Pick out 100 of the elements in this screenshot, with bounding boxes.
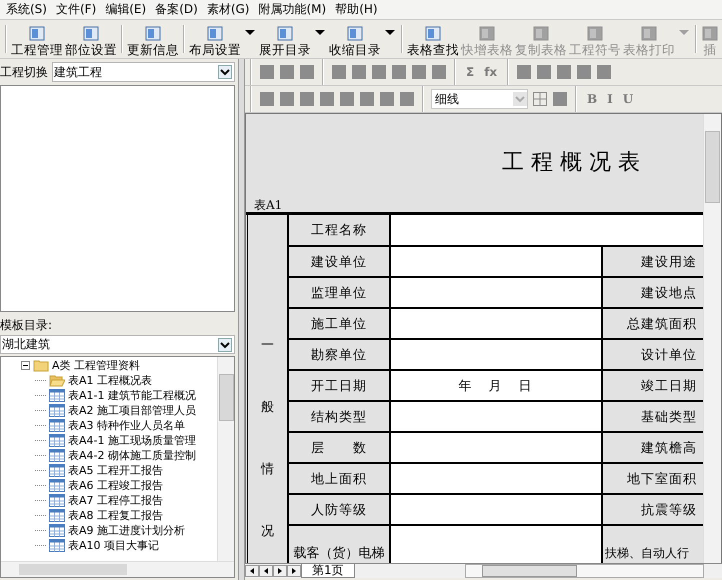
square-icon[interactable] bbox=[299, 91, 315, 107]
tree-item[interactable]: 表A1 工程概况表 bbox=[1, 373, 217, 388]
tree-item[interactable]: 表A10 项目大事记 bbox=[1, 538, 217, 553]
window-icon bbox=[640, 26, 658, 42]
square-icon[interactable] bbox=[391, 64, 407, 80]
toolbar-button[interactable]: 表格查找 bbox=[406, 21, 460, 57]
toolbar-button[interactable]: 布局设置 bbox=[188, 21, 242, 57]
table-cell[interactable] bbox=[391, 495, 603, 526]
square-icon[interactable] bbox=[399, 91, 415, 107]
window-icon bbox=[586, 26, 604, 42]
square-icon[interactable] bbox=[259, 64, 275, 80]
square-icon[interactable] bbox=[596, 64, 612, 80]
window-icon bbox=[28, 26, 46, 42]
table-cell[interactable] bbox=[391, 340, 603, 371]
collapse-icon[interactable] bbox=[21, 361, 30, 370]
square-icon[interactable] bbox=[556, 64, 572, 80]
square-icon[interactable] bbox=[516, 64, 532, 80]
table-cell[interactable] bbox=[391, 526, 603, 563]
table-cell[interactable] bbox=[391, 433, 603, 464]
square-icon[interactable] bbox=[359, 91, 375, 107]
grid-icon[interactable] bbox=[532, 91, 548, 107]
sheet-nav-icon[interactable] bbox=[259, 565, 273, 577]
tree-item[interactable]: 表A6 工程竣工报告 bbox=[1, 478, 217, 493]
square-icon[interactable] bbox=[552, 91, 568, 107]
tree-item[interactable]: A类 工程管理资料 bbox=[1, 358, 217, 373]
square-icon[interactable] bbox=[299, 64, 315, 80]
square-icon[interactable] bbox=[411, 64, 427, 80]
window-icon bbox=[82, 26, 100, 42]
menu-item[interactable]: 素材(G) bbox=[206, 1, 250, 18]
square-icon[interactable] bbox=[351, 64, 367, 80]
square-icon[interactable] bbox=[536, 64, 552, 80]
menu-item[interactable]: 附属功能(M) bbox=[258, 1, 326, 18]
tree-item[interactable]: 表A5 工程开工报告 bbox=[1, 463, 217, 478]
square-icon[interactable] bbox=[259, 91, 275, 107]
table-cell[interactable] bbox=[391, 247, 603, 278]
table-icon bbox=[49, 464, 65, 477]
vertical-scrollbar[interactable] bbox=[703, 114, 721, 563]
table-icon bbox=[49, 509, 65, 522]
toolbar-button[interactable]: 部位设置 bbox=[64, 21, 118, 57]
line-style-dropdown[interactable]: 细线 bbox=[431, 89, 528, 109]
window-icon bbox=[701, 26, 719, 42]
table-icon bbox=[49, 404, 65, 417]
vertical-scrollbar[interactable] bbox=[217, 357, 234, 561]
template-dropdown[interactable]: 湖北建筑 bbox=[0, 335, 235, 354]
window-icon bbox=[346, 26, 364, 42]
window-icon bbox=[144, 26, 162, 42]
open-folder-icon bbox=[49, 374, 65, 387]
square-icon[interactable] bbox=[371, 64, 387, 80]
table-icon bbox=[49, 389, 65, 402]
square-icon[interactable] bbox=[279, 91, 295, 107]
square-icon[interactable] bbox=[339, 91, 355, 107]
square-icon[interactable] bbox=[431, 64, 447, 80]
table-cell[interactable] bbox=[391, 402, 603, 433]
sheet-nav-icon[interactable] bbox=[273, 565, 287, 577]
menu-item[interactable]: 帮助(H) bbox=[335, 1, 378, 18]
square-icon[interactable] bbox=[279, 64, 295, 80]
toolbar-button[interactable]: 工程管理 bbox=[10, 21, 64, 57]
toolbar-button[interactable]: 展开目录 bbox=[258, 21, 312, 57]
format-button[interactable]: B bbox=[584, 92, 600, 106]
format-button[interactable]: fx bbox=[481, 65, 500, 79]
window-icon bbox=[478, 26, 496, 42]
tree-item[interactable]: 表A1-1 建筑节能工程概况 bbox=[1, 388, 217, 403]
sheet-nav-icon[interactable] bbox=[245, 565, 259, 577]
horizontal-scrollbar[interactable] bbox=[464, 564, 704, 578]
square-icon[interactable] bbox=[576, 64, 592, 80]
table-icon bbox=[49, 449, 65, 462]
table-cell[interactable] bbox=[391, 278, 603, 309]
tree-item[interactable]: 表A4-1 施工现场质量管理 bbox=[1, 433, 217, 448]
tree-item[interactable]: 表A7 工程停工报告 bbox=[1, 493, 217, 508]
menu-item[interactable]: 编辑(E) bbox=[105, 1, 146, 18]
square-icon[interactable] bbox=[319, 91, 335, 107]
format-button[interactable]: I bbox=[604, 92, 616, 106]
table-cell[interactable] bbox=[391, 215, 704, 247]
menu-item[interactable]: 备案(D) bbox=[155, 1, 198, 18]
folder-icon bbox=[33, 359, 49, 372]
tree-item[interactable]: 表A9 施工进度计划分析 bbox=[1, 523, 217, 538]
square-icon[interactable] bbox=[379, 91, 395, 107]
sheet-code: 表A1 bbox=[253, 197, 284, 212]
toolbar-button[interactable]: 收缩目录 bbox=[328, 21, 382, 57]
table-cell[interactable]: 年 月 日 bbox=[391, 371, 603, 402]
project-switch-label: 工程切换 bbox=[0, 64, 49, 80]
sheet-tab[interactable]: 第1页 bbox=[301, 564, 355, 578]
format-button[interactable]: Σ bbox=[463, 65, 478, 79]
tree-item[interactable]: 表A8 工程复工报告 bbox=[1, 508, 217, 523]
square-icon[interactable] bbox=[331, 64, 347, 80]
tree-item[interactable]: 表A4-2 砌体施工质量控制 bbox=[1, 448, 217, 463]
table-icon bbox=[49, 494, 65, 507]
menu-item[interactable]: 文件(F) bbox=[56, 1, 96, 18]
tree-item[interactable]: 表A3 特种作业人员名单 bbox=[1, 418, 217, 433]
tree-item[interactable]: 表A2 施工项目部管理人员 bbox=[1, 403, 217, 418]
project-dropdown[interactable]: 建筑工程 bbox=[52, 62, 235, 82]
window-icon bbox=[206, 26, 224, 42]
menu-item[interactable]: 系统(S) bbox=[6, 1, 47, 18]
sheet-nav-icon[interactable] bbox=[287, 565, 301, 577]
sheet-title: 工 程 概 况 表 bbox=[501, 149, 641, 177]
table-cell[interactable] bbox=[391, 464, 603, 495]
format-button[interactable]: U bbox=[620, 92, 636, 106]
table-cell[interactable] bbox=[391, 309, 603, 340]
table-icon bbox=[49, 434, 65, 447]
toolbar-button[interactable]: 更新信息 bbox=[126, 21, 180, 57]
